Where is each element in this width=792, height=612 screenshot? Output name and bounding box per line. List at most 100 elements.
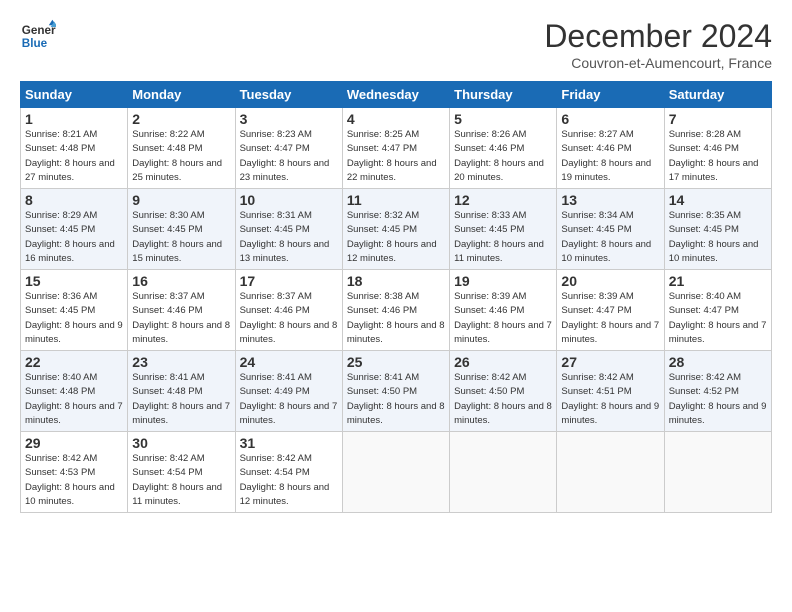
day-info: Sunrise: 8:42 AMSunset: 4:52 PMDaylight:… [669, 372, 767, 426]
day-number: 1 [25, 111, 123, 127]
day-info: Sunrise: 8:42 AMSunset: 4:50 PMDaylight:… [454, 372, 552, 426]
table-row: 13 Sunrise: 8:34 AMSunset: 4:45 PMDaylig… [557, 189, 664, 270]
day-number: 26 [454, 354, 552, 370]
table-row: 14 Sunrise: 8:35 AMSunset: 4:45 PMDaylig… [664, 189, 771, 270]
col-tuesday: Tuesday [235, 82, 342, 108]
week-row: 29 Sunrise: 8:42 AMSunset: 4:53 PMDaylig… [21, 432, 772, 513]
day-info: Sunrise: 8:38 AMSunset: 4:46 PMDaylight:… [347, 291, 445, 345]
table-row: 7 Sunrise: 8:28 AMSunset: 4:46 PMDayligh… [664, 108, 771, 189]
day-info: Sunrise: 8:27 AMSunset: 4:46 PMDaylight:… [561, 129, 651, 183]
col-saturday: Saturday [664, 82, 771, 108]
table-row: 8 Sunrise: 8:29 AMSunset: 4:45 PMDayligh… [21, 189, 128, 270]
table-row: 28 Sunrise: 8:42 AMSunset: 4:52 PMDaylig… [664, 351, 771, 432]
day-info: Sunrise: 8:40 AMSunset: 4:47 PMDaylight:… [669, 291, 767, 345]
day-number: 28 [669, 354, 767, 370]
calendar-title: December 2024 [544, 18, 772, 55]
day-number: 9 [132, 192, 230, 208]
day-number: 4 [347, 111, 445, 127]
day-number: 11 [347, 192, 445, 208]
day-number: 6 [561, 111, 659, 127]
day-info: Sunrise: 8:25 AMSunset: 4:47 PMDaylight:… [347, 129, 437, 183]
day-info: Sunrise: 8:22 AMSunset: 4:48 PMDaylight:… [132, 129, 222, 183]
col-sunday: Sunday [21, 82, 128, 108]
page: General Blue December 2024 Couvron-et-Au… [0, 0, 792, 523]
svg-text:Blue: Blue [22, 37, 48, 50]
table-row: 25 Sunrise: 8:41 AMSunset: 4:50 PMDaylig… [342, 351, 449, 432]
day-number: 23 [132, 354, 230, 370]
day-info: Sunrise: 8:41 AMSunset: 4:48 PMDaylight:… [132, 372, 230, 426]
day-info: Sunrise: 8:31 AMSunset: 4:45 PMDaylight:… [240, 210, 330, 264]
day-number: 2 [132, 111, 230, 127]
day-number: 15 [25, 273, 123, 289]
table-row: 12 Sunrise: 8:33 AMSunset: 4:45 PMDaylig… [450, 189, 557, 270]
day-info: Sunrise: 8:42 AMSunset: 4:53 PMDaylight:… [25, 453, 115, 507]
week-row: 22 Sunrise: 8:40 AMSunset: 4:48 PMDaylig… [21, 351, 772, 432]
day-info: Sunrise: 8:30 AMSunset: 4:45 PMDaylight:… [132, 210, 222, 264]
empty-cell [664, 432, 771, 513]
day-number: 19 [454, 273, 552, 289]
week-row: 8 Sunrise: 8:29 AMSunset: 4:45 PMDayligh… [21, 189, 772, 270]
table-row: 23 Sunrise: 8:41 AMSunset: 4:48 PMDaylig… [128, 351, 235, 432]
day-number: 18 [347, 273, 445, 289]
table-row: 11 Sunrise: 8:32 AMSunset: 4:45 PMDaylig… [342, 189, 449, 270]
day-number: 5 [454, 111, 552, 127]
day-number: 17 [240, 273, 338, 289]
day-info: Sunrise: 8:42 AMSunset: 4:54 PMDaylight:… [240, 453, 330, 507]
day-info: Sunrise: 8:21 AMSunset: 4:48 PMDaylight:… [25, 129, 115, 183]
table-row: 26 Sunrise: 8:42 AMSunset: 4:50 PMDaylig… [450, 351, 557, 432]
day-info: Sunrise: 8:37 AMSunset: 4:46 PMDaylight:… [132, 291, 230, 345]
logo: General Blue [20, 18, 56, 54]
day-number: 22 [25, 354, 123, 370]
table-row: 24 Sunrise: 8:41 AMSunset: 4:49 PMDaylig… [235, 351, 342, 432]
day-info: Sunrise: 8:41 AMSunset: 4:50 PMDaylight:… [347, 372, 445, 426]
table-row: 4 Sunrise: 8:25 AMSunset: 4:47 PMDayligh… [342, 108, 449, 189]
calendar-subtitle: Couvron-et-Aumencourt, France [544, 55, 772, 71]
day-info: Sunrise: 8:33 AMSunset: 4:45 PMDaylight:… [454, 210, 544, 264]
table-row: 20 Sunrise: 8:39 AMSunset: 4:47 PMDaylig… [557, 270, 664, 351]
day-info: Sunrise: 8:39 AMSunset: 4:47 PMDaylight:… [561, 291, 659, 345]
table-row: 22 Sunrise: 8:40 AMSunset: 4:48 PMDaylig… [21, 351, 128, 432]
table-row: 29 Sunrise: 8:42 AMSunset: 4:53 PMDaylig… [21, 432, 128, 513]
table-row: 6 Sunrise: 8:27 AMSunset: 4:46 PMDayligh… [557, 108, 664, 189]
day-info: Sunrise: 8:42 AMSunset: 4:51 PMDaylight:… [561, 372, 659, 426]
day-info: Sunrise: 8:26 AMSunset: 4:46 PMDaylight:… [454, 129, 544, 183]
table-row: 16 Sunrise: 8:37 AMSunset: 4:46 PMDaylig… [128, 270, 235, 351]
day-number: 13 [561, 192, 659, 208]
day-number: 21 [669, 273, 767, 289]
col-thursday: Thursday [450, 82, 557, 108]
table-row: 19 Sunrise: 8:39 AMSunset: 4:46 PMDaylig… [450, 270, 557, 351]
day-number: 27 [561, 354, 659, 370]
table-row: 18 Sunrise: 8:38 AMSunset: 4:46 PMDaylig… [342, 270, 449, 351]
empty-cell [342, 432, 449, 513]
table-row: 27 Sunrise: 8:42 AMSunset: 4:51 PMDaylig… [557, 351, 664, 432]
day-number: 31 [240, 435, 338, 451]
calendar-table: Sunday Monday Tuesday Wednesday Thursday… [20, 81, 772, 513]
logo-icon: General Blue [20, 18, 56, 54]
day-info: Sunrise: 8:34 AMSunset: 4:45 PMDaylight:… [561, 210, 651, 264]
day-info: Sunrise: 8:40 AMSunset: 4:48 PMDaylight:… [25, 372, 123, 426]
day-number: 14 [669, 192, 767, 208]
day-info: Sunrise: 8:36 AMSunset: 4:45 PMDaylight:… [25, 291, 123, 345]
day-info: Sunrise: 8:39 AMSunset: 4:46 PMDaylight:… [454, 291, 552, 345]
svg-text:General: General [22, 24, 56, 37]
title-block: December 2024 Couvron-et-Aumencourt, Fra… [544, 18, 772, 71]
day-number: 3 [240, 111, 338, 127]
col-monday: Monday [128, 82, 235, 108]
day-number: 8 [25, 192, 123, 208]
table-row: 2 Sunrise: 8:22 AMSunset: 4:48 PMDayligh… [128, 108, 235, 189]
header-row: Sunday Monday Tuesday Wednesday Thursday… [21, 82, 772, 108]
table-row: 5 Sunrise: 8:26 AMSunset: 4:46 PMDayligh… [450, 108, 557, 189]
day-info: Sunrise: 8:35 AMSunset: 4:45 PMDaylight:… [669, 210, 759, 264]
day-number: 12 [454, 192, 552, 208]
empty-cell [450, 432, 557, 513]
week-row: 1 Sunrise: 8:21 AMSunset: 4:48 PMDayligh… [21, 108, 772, 189]
day-info: Sunrise: 8:42 AMSunset: 4:54 PMDaylight:… [132, 453, 222, 507]
day-info: Sunrise: 8:37 AMSunset: 4:46 PMDaylight:… [240, 291, 338, 345]
day-number: 10 [240, 192, 338, 208]
day-number: 25 [347, 354, 445, 370]
day-number: 7 [669, 111, 767, 127]
day-number: 30 [132, 435, 230, 451]
day-info: Sunrise: 8:41 AMSunset: 4:49 PMDaylight:… [240, 372, 338, 426]
header: General Blue December 2024 Couvron-et-Au… [20, 18, 772, 71]
day-number: 20 [561, 273, 659, 289]
